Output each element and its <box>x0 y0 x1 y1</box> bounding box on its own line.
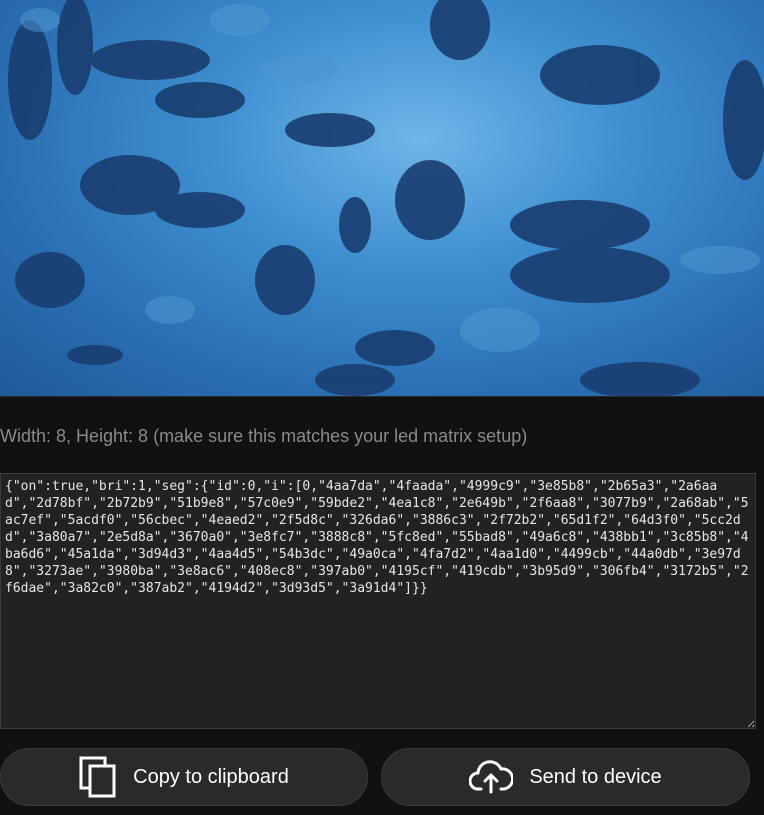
send-button-label: Send to device <box>529 765 662 788</box>
json-output-textarea[interactable]: {"on":true,"bri":1,"seg":{"id":0,"i":[0,… <box>0 473 756 729</box>
copy-button-label: Copy to clipboard <box>133 765 289 788</box>
matrix-dimensions-text: Width: 8, Height: 8 (make sure this matc… <box>0 426 528 446</box>
image-preview <box>0 0 764 397</box>
fish-school-image <box>8 0 764 396</box>
copy-to-clipboard-button[interactable]: Copy to clipboard <box>0 748 368 806</box>
copy-icon <box>79 756 117 798</box>
cloud-upload-icon <box>469 760 514 794</box>
send-to-device-button[interactable]: Send to device <box>381 748 750 806</box>
